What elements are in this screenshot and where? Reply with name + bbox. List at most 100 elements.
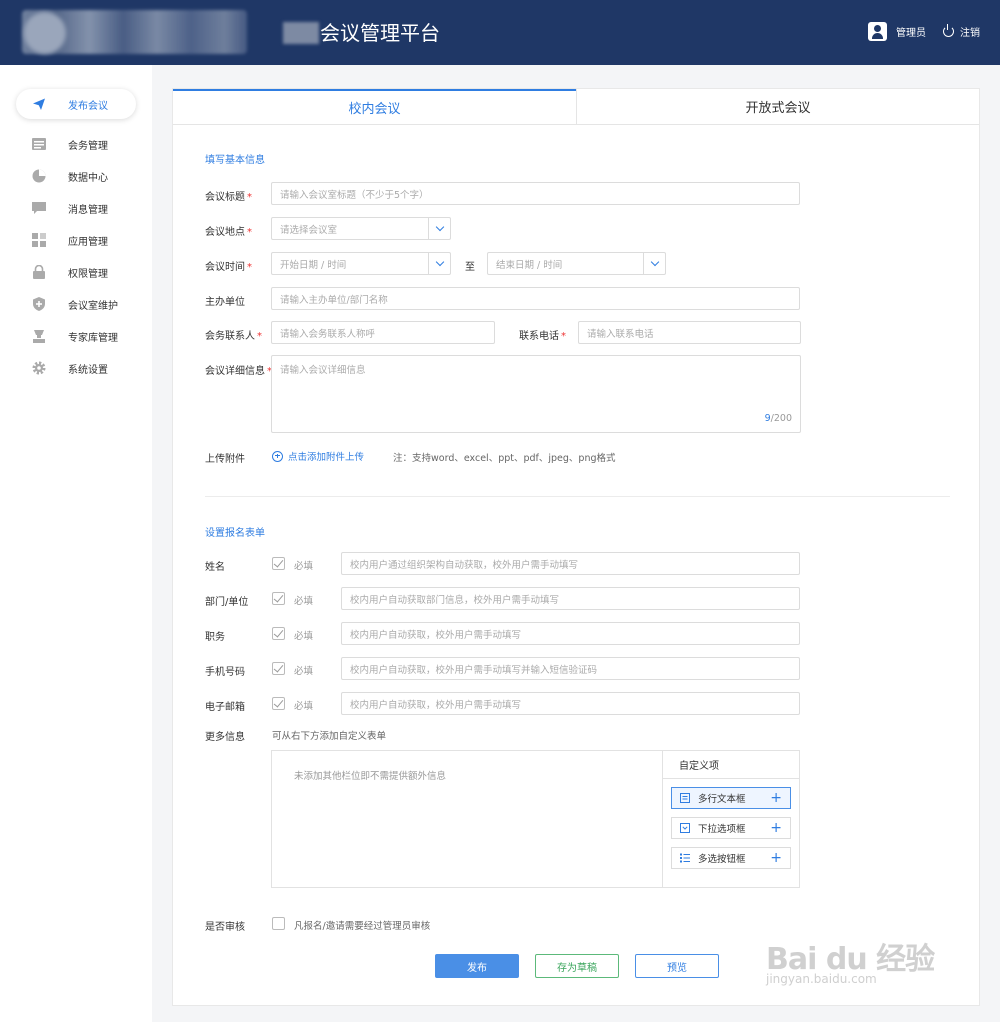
field-hint-input[interactable]: 校内用户通过组织架构自动获取，校外用户需手动填写: [341, 552, 800, 575]
app-title: 会议管理平台: [320, 21, 440, 45]
shield-plus-icon: [32, 297, 46, 311]
watermark-url: jingyan.baidu.com: [766, 972, 877, 986]
sidebar-item-label: 消息管理: [68, 204, 108, 216]
contact-person-input[interactable]: 请输入会务联系人称呼: [271, 321, 495, 344]
add-attachment-link[interactable]: 点击添加附件上传: [272, 449, 364, 463]
required-checkbox[interactable]: [272, 627, 285, 640]
sidebar: 发布会议 会务管理 数据中心 消息管理 应用管理 权限管理 会议室维护 专家库管…: [0, 65, 152, 1022]
sidebar-item-publish-meeting[interactable]: 发布会议: [16, 89, 136, 119]
time-label: 会议时间 *: [205, 262, 252, 273]
meeting-type-tabs: 校内会议 开放式会议: [173, 89, 979, 125]
message-icon: [32, 201, 46, 215]
custom-items-panel: 自定义项 多行文本框 + 下拉选项框 + 多选按钮框 +: [662, 751, 799, 887]
sidebar-item-system-settings[interactable]: 系统设置: [16, 353, 136, 383]
required-checkbox[interactable]: [272, 557, 285, 570]
tab-internal-meeting[interactable]: 校内会议: [173, 89, 576, 124]
checklist-icon: [680, 853, 690, 863]
power-icon[interactable]: [943, 24, 954, 37]
chevron-down-icon: [428, 253, 450, 274]
sidebar-item-room-maintenance[interactable]: 会议室维护: [16, 289, 136, 319]
lock-icon: [32, 265, 46, 279]
field-hint-input[interactable]: 校内用户自动获取，校外用户需手动填写: [341, 622, 800, 645]
meeting-title-input[interactable]: 请输入会议室标题（不少于5个字）: [271, 182, 800, 205]
plus-icon: +: [770, 790, 782, 806]
apps-grid-icon: [32, 233, 46, 247]
location-label: 会议地点 *: [205, 227, 252, 238]
required-text: 必填: [294, 596, 314, 607]
plus-icon: +: [770, 850, 782, 866]
review-label: 是否审核: [205, 922, 245, 933]
add-multiline-text-item[interactable]: 多行文本框 +: [671, 787, 791, 809]
save-draft-button[interactable]: 存为草稿: [535, 954, 619, 978]
dropdown-icon: [680, 823, 690, 833]
more-info-label: 更多信息: [205, 732, 245, 743]
required-checkbox[interactable]: [272, 697, 285, 710]
sidebar-item-label: 权限管理: [68, 268, 108, 280]
attach-label: 上传附件: [205, 454, 245, 465]
required-text: 必填: [294, 631, 314, 642]
empty-fields-text: 未添加其他栏位即不需提供额外信息: [294, 771, 447, 782]
top-header: 会议管理平台 管理员 注销: [0, 0, 1000, 65]
contact-label: 会务联系人 *: [205, 331, 262, 342]
end-datetime-select[interactable]: 结束日期 / 时间: [487, 252, 666, 275]
sidebar-item-meeting-affairs[interactable]: 会务管理: [16, 129, 136, 159]
required-text: 必填: [294, 561, 314, 572]
required-text: 必填: [294, 666, 314, 677]
field-hint-input[interactable]: 校内用户自动获取，校外用户需手动填写: [341, 692, 800, 715]
detail-label: 会议详细信息 *: [205, 366, 272, 377]
user-area: 管理员 注销: [868, 22, 980, 41]
required-text: 必填: [294, 701, 314, 712]
expert-icon: [32, 329, 46, 343]
host-label: 主办单位: [205, 297, 245, 308]
section-divider: [205, 496, 950, 497]
review-checkbox[interactable]: [272, 917, 285, 930]
basic-info-section-title: 填写基本信息: [205, 155, 265, 166]
required-checkbox[interactable]: [272, 592, 285, 605]
char-counter: 9/200: [764, 413, 792, 424]
field-hint-input[interactable]: 校内用户自动获取部门信息，校外用户需手动填写: [341, 587, 800, 610]
add-checklist-item[interactable]: 多选按钮框 +: [671, 847, 791, 869]
location-select[interactable]: 请选择会议室: [271, 217, 451, 240]
sidebar-item-label: 会务管理: [68, 140, 108, 152]
to-label: 至: [465, 262, 475, 273]
phone-label: 联系电话 *: [519, 331, 566, 342]
sidebar-item-label: 应用管理: [68, 236, 108, 248]
logo-emblem-icon: [24, 12, 66, 54]
add-dropdown-item[interactable]: 下拉选项框 +: [671, 817, 791, 839]
sidebar-item-label: 会议室维护: [68, 300, 118, 312]
required-checkbox[interactable]: [272, 662, 285, 675]
preview-button[interactable]: 预览: [635, 954, 719, 978]
list-icon: [32, 137, 46, 151]
user-name[interactable]: 管理员: [896, 24, 926, 39]
start-datetime-select[interactable]: 开始日期 / 时间: [271, 252, 451, 275]
gear-icon: [32, 361, 46, 375]
attach-format-note: 注：支持word、excel、ppt、pdf、jpeg、png格式: [393, 453, 616, 464]
user-avatar-icon[interactable]: [868, 22, 887, 41]
sidebar-item-expert-library[interactable]: 专家库管理: [16, 321, 136, 351]
title-label: 会议标题 *: [205, 192, 252, 203]
phone-input[interactable]: 请输入联系电话: [578, 321, 801, 344]
tab-open-meeting[interactable]: 开放式会议: [576, 89, 979, 124]
meeting-detail-textarea[interactable]: 请输入会议详细信息 9/200: [271, 355, 801, 433]
pie-chart-icon: [32, 169, 46, 183]
sidebar-item-apps[interactable]: 应用管理: [16, 225, 136, 255]
sidebar-item-label: 系统设置: [68, 364, 108, 376]
sidebar-item-permissions[interactable]: 权限管理: [16, 257, 136, 287]
sidebar-item-label: 数据中心: [68, 172, 108, 184]
publish-button[interactable]: 发布: [435, 954, 519, 978]
logout-link[interactable]: 注销: [960, 24, 980, 39]
sidebar-item-data-center[interactable]: 数据中心: [16, 161, 136, 191]
title-prefix-blurred: [283, 22, 319, 44]
sidebar-item-messages[interactable]: 消息管理: [16, 193, 136, 223]
host-unit-input[interactable]: 请输入主办单位/部门名称: [271, 287, 800, 310]
field-hint-input[interactable]: 校内用户自动获取，校外用户需手动填写并输入短信验证码: [341, 657, 800, 680]
send-icon: [32, 97, 46, 111]
add-circle-icon: [272, 450, 283, 462]
field-phone-label: 手机号码: [205, 667, 245, 678]
baidu-watermark: Bai du 经验 jingyan.baidu.com: [766, 912, 946, 992]
chevron-down-icon: [428, 218, 450, 239]
more-info-hint: 可从右下方添加自定义表单: [272, 731, 387, 742]
custom-items-title: 自定义项: [663, 751, 799, 779]
textarea-icon: [680, 793, 690, 803]
chevron-down-icon: [643, 253, 665, 274]
